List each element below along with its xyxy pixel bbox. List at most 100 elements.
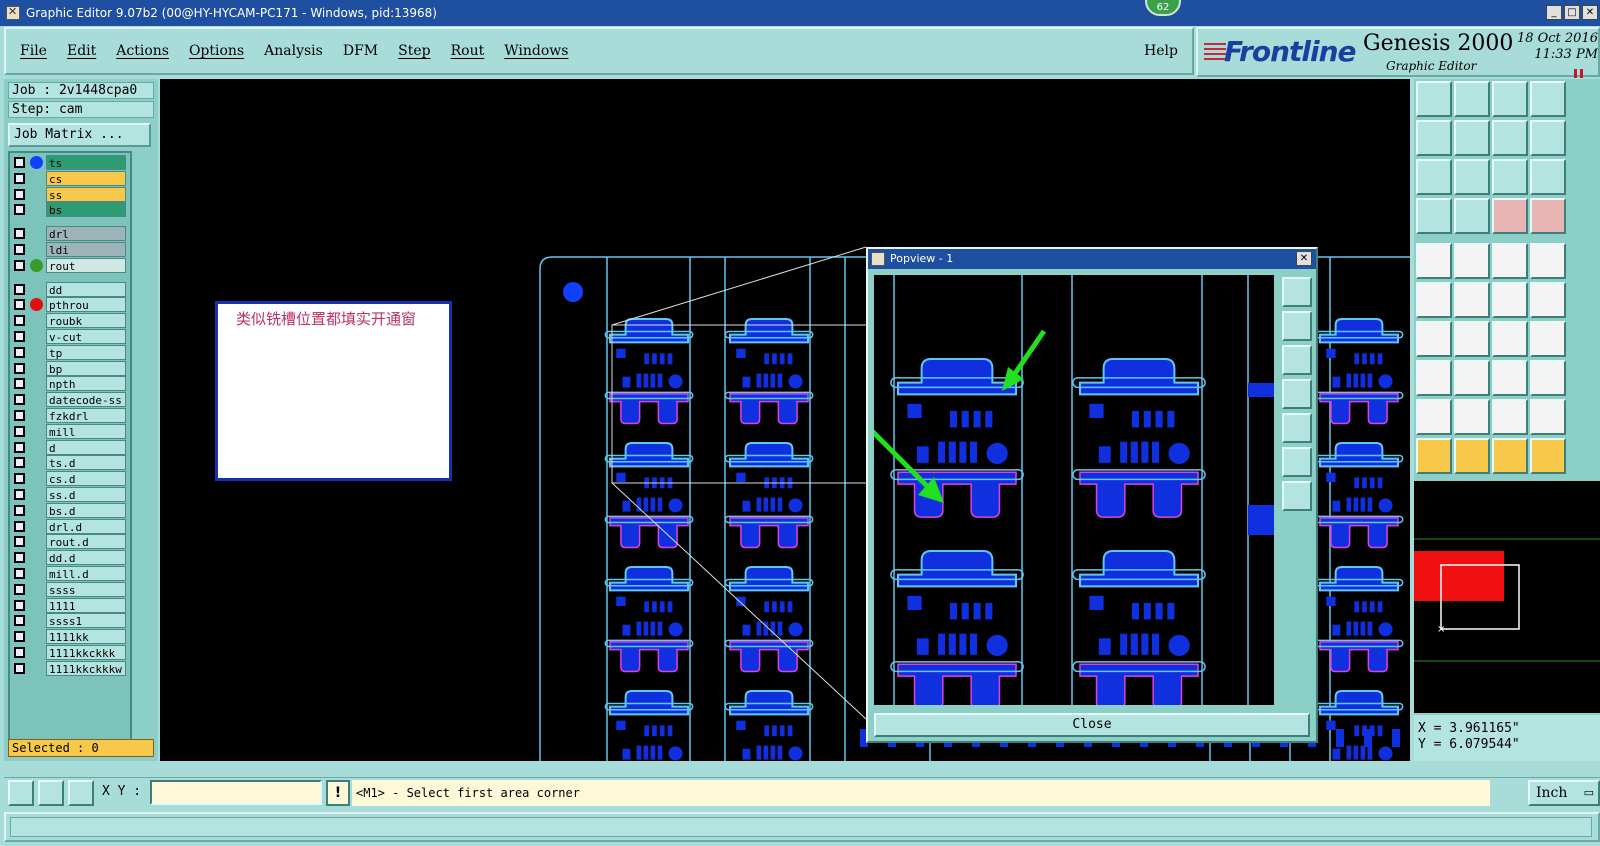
layer-name[interactable]: ssss [46, 581, 126, 597]
layer-checkbox[interactable] [14, 331, 25, 342]
measure-icon[interactable] [8, 780, 34, 806]
layer-name[interactable]: bs [46, 202, 126, 218]
popview-close-icon[interactable]: ✕ [1296, 251, 1312, 266]
draw-line-icon[interactable] [1416, 321, 1452, 357]
split-icon[interactable] [1530, 321, 1566, 357]
layer-checkbox[interactable] [14, 536, 25, 548]
connect-icon[interactable] [1416, 282, 1452, 318]
layer-row-dd.d[interactable]: dd.d [12, 550, 130, 566]
layer-checkbox[interactable] [14, 283, 25, 295]
layer-row-1111kkckkkw[interactable]: 1111kkckkkw [12, 660, 130, 676]
layer-name[interactable]: dd [46, 281, 126, 297]
layer-name[interactable]: cs.d [46, 471, 126, 487]
popview-zoom-in-icon[interactable] [1282, 481, 1312, 511]
popview-pan-right-icon[interactable] [1282, 413, 1312, 443]
layer-name[interactable]: 1111kkckkk [46, 645, 126, 660]
layer-checkbox[interactable] [14, 228, 25, 240]
angle-icon[interactable] [38, 780, 64, 806]
layer-name[interactable]: drl [46, 226, 126, 242]
select-pad-icon[interactable] [1416, 360, 1452, 396]
pointer-box2-icon[interactable] [1492, 438, 1528, 474]
ruler-icon[interactable] [1492, 243, 1528, 279]
tri-red3-icon[interactable] [1492, 399, 1528, 435]
layer-name[interactable]: 1111kk [46, 629, 126, 645]
layer-name[interactable]: rout [46, 257, 126, 273]
layer-row-1111kk[interactable]: 1111kk [12, 629, 130, 645]
layer-row-1111kkckkk[interactable]: 1111kkckkk [12, 645, 130, 660]
layer-row-cs[interactable]: cs [12, 170, 130, 186]
layer-red-icon[interactable] [1492, 198, 1528, 234]
grid-icon[interactable] [68, 780, 94, 806]
layer-name[interactable]: tp [46, 344, 126, 360]
layer-checkbox[interactable] [14, 441, 25, 453]
layer-row-ts[interactable]: ts [12, 155, 130, 170]
snap-icon[interactable] [1454, 198, 1490, 234]
layer-checkbox[interactable] [14, 552, 25, 564]
popview-pan-up-icon[interactable] [1282, 311, 1312, 341]
layer-row-bs.d[interactable]: bs.d [12, 502, 130, 518]
layer-name[interactable]: ssss1 [46, 613, 126, 629]
layer-name[interactable]: fzkdrl [46, 408, 126, 423]
group-icon[interactable] [1530, 360, 1566, 396]
layer-checkbox[interactable] [14, 259, 25, 271]
layer-checkbox[interactable] [14, 457, 25, 469]
layer-checkbox[interactable] [14, 204, 25, 216]
cut-line-icon[interactable] [1454, 360, 1490, 396]
menu-analysis[interactable]: Analysis [264, 43, 323, 59]
notification-badge[interactable]: 62 [1145, 0, 1181, 16]
layer-row-tp[interactable]: tp [12, 344, 130, 360]
layer-row-fzkdrl[interactable]: fzkdrl [12, 408, 130, 423]
layer-row-datecode-ss[interactable]: datecode-ss [12, 392, 130, 408]
job-matrix-button[interactable]: Job Matrix ... [8, 123, 151, 147]
layer-checkbox[interactable] [14, 315, 25, 327]
layer-checkbox[interactable] [14, 172, 25, 184]
layer-row-ts.d[interactable]: ts.d [12, 455, 130, 471]
cross-icon[interactable] [1454, 282, 1490, 318]
layer-row-ssss1[interactable]: ssss1 [12, 613, 130, 629]
pan-right-icon[interactable] [1454, 120, 1490, 156]
minimize-button[interactable]: _ [1546, 5, 1562, 20]
layer-name[interactable]: pthrou [46, 297, 126, 313]
help-icon[interactable] [1530, 159, 1566, 195]
layer-checkbox[interactable] [14, 583, 25, 595]
menu-step[interactable]: Step [398, 43, 430, 59]
layer-checkbox[interactable] [14, 394, 25, 406]
popview-zoom-fit-icon[interactable] [1282, 277, 1312, 307]
tri-red-icon[interactable] [1416, 399, 1452, 435]
layer-checkbox[interactable] [14, 299, 25, 311]
layer-name[interactable]: ts.d [46, 455, 126, 471]
layer-name[interactable]: dd.d [46, 550, 126, 566]
layer-row-roubk[interactable]: roubk [12, 313, 130, 329]
circle-icon[interactable] [1530, 243, 1566, 279]
center-icon[interactable] [1454, 159, 1490, 195]
layer-checkbox[interactable] [14, 662, 25, 674]
popview-pan-down-icon[interactable] [1282, 345, 1312, 375]
layer-checkbox[interactable] [14, 410, 25, 421]
layer-checkbox[interactable] [14, 631, 25, 643]
menu-windows[interactable]: Windows [504, 43, 568, 59]
layer-checkbox[interactable] [14, 425, 25, 437]
step-icon[interactable] [1530, 120, 1566, 156]
layer-name[interactable]: ts [46, 155, 126, 170]
layer-name[interactable]: ss.d [46, 487, 126, 502]
pad-icon[interactable] [1416, 243, 1452, 279]
layer-name[interactable]: bs.d [46, 502, 126, 518]
layer-checkbox[interactable] [14, 473, 25, 485]
layer-checkbox[interactable] [14, 378, 25, 390]
overview-map[interactable]: × [1414, 481, 1600, 713]
layer-checkbox[interactable] [14, 615, 25, 627]
layer-checkbox[interactable] [14, 504, 25, 516]
layer-name[interactable]: 1111 [46, 597, 126, 613]
layer-row-ss[interactable]: ss [12, 186, 130, 202]
layer-name[interactable]: ldi [46, 242, 126, 257]
layer-name[interactable]: bp [46, 360, 126, 376]
popview-zoom-out-icon[interactable] [1282, 447, 1312, 477]
menu-edit[interactable]: Edit [67, 43, 96, 59]
layer-row-mill.d[interactable]: mill.d [12, 566, 130, 581]
layer-row-ssss[interactable]: ssss [12, 581, 130, 597]
popview-close-button[interactable]: Close [874, 713, 1310, 737]
layer-row-rout[interactable]: rout [12, 257, 130, 273]
fit-icon[interactable] [1416, 159, 1452, 195]
menu-dfm[interactable]: DFM [343, 43, 378, 59]
line-icon[interactable] [1454, 243, 1490, 279]
